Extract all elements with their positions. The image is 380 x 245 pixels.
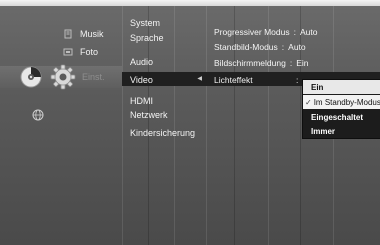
popup-option-label: Im Standby-Modus <box>313 97 380 107</box>
popup-option-eingeschaltet[interactable]: Eingeschaltet <box>303 110 380 124</box>
main-item-foto[interactable]: Foto <box>62 46 98 58</box>
popup-option-immer[interactable]: Immer <box>303 124 380 138</box>
main-item-musik[interactable]: Musik <box>62 28 104 40</box>
settings-item-hdmi[interactable]: HDMI <box>130 96 153 106</box>
music-icon <box>62 28 74 40</box>
photo-icon <box>62 46 74 58</box>
option-label: Progressiver Modus <box>214 27 290 37</box>
setup-screen: Musik Foto Einst. ◀ System Sprache Audio… <box>0 0 380 245</box>
settings-item-system[interactable]: System <box>130 18 160 28</box>
top-strip <box>0 0 380 6</box>
option-row-progressiver-modus[interactable]: Progressiver Modus: Auto <box>214 27 317 37</box>
popup-option-label: Immer <box>311 126 336 136</box>
settings-item-netzwerk[interactable]: Netzwerk <box>130 110 168 120</box>
main-item-label: Musik <box>80 29 104 39</box>
popup-option-label: Eingeschaltet <box>311 112 364 122</box>
check-icon: ✓ <box>305 97 312 107</box>
option-label: Lichteffekt <box>214 75 253 85</box>
gear-icon[interactable] <box>50 64 76 90</box>
option-separator: : <box>281 42 285 52</box>
settings-item-audio[interactable]: Audio <box>130 57 153 67</box>
option-value: Auto <box>299 27 318 37</box>
column-divider <box>206 6 207 245</box>
option-label: Standbild-Modus <box>214 42 278 52</box>
lichteffekt-popup: Ein ✓ Im Standby-Modus Eingeschaltet Imm… <box>302 79 380 139</box>
disc-icon <box>20 66 42 88</box>
option-row-bildschirmmeldung[interactable]: Bildschirmmeldung: Ein <box>214 58 308 68</box>
column-divider <box>174 6 175 245</box>
option-value: Ein <box>296 58 309 68</box>
globe-icon <box>32 108 44 121</box>
settings-item-video[interactable]: Video <box>130 75 153 85</box>
option-row-lichteffekt[interactable]: Lichteffekt : <box>214 75 298 85</box>
popup-option-im-standby-modus[interactable]: ✓ Im Standby-Modus <box>303 95 380 109</box>
settings-item-kindersicherung[interactable]: Kindersicherung <box>130 128 195 138</box>
submenu-arrow-icon: ◀ <box>197 76 202 82</box>
main-item-label: Foto <box>80 47 99 57</box>
option-row-standbild-modus[interactable]: Standbild-Modus: Auto <box>214 42 306 52</box>
popup-option-ein[interactable]: Ein <box>303 80 380 94</box>
option-separator: : <box>293 27 296 37</box>
main-item-einst[interactable]: Einst. <box>82 72 105 82</box>
column-divider <box>122 6 123 245</box>
option-separator: : <box>289 58 293 68</box>
main-item-label: Einst. <box>82 72 105 82</box>
option-label: Bildschirmmeldung <box>214 58 286 68</box>
option-separator: : <box>296 75 299 85</box>
option-value: Auto <box>288 42 306 52</box>
settings-item-sprache[interactable]: Sprache <box>130 33 164 43</box>
popup-option-label: Ein <box>311 82 324 92</box>
